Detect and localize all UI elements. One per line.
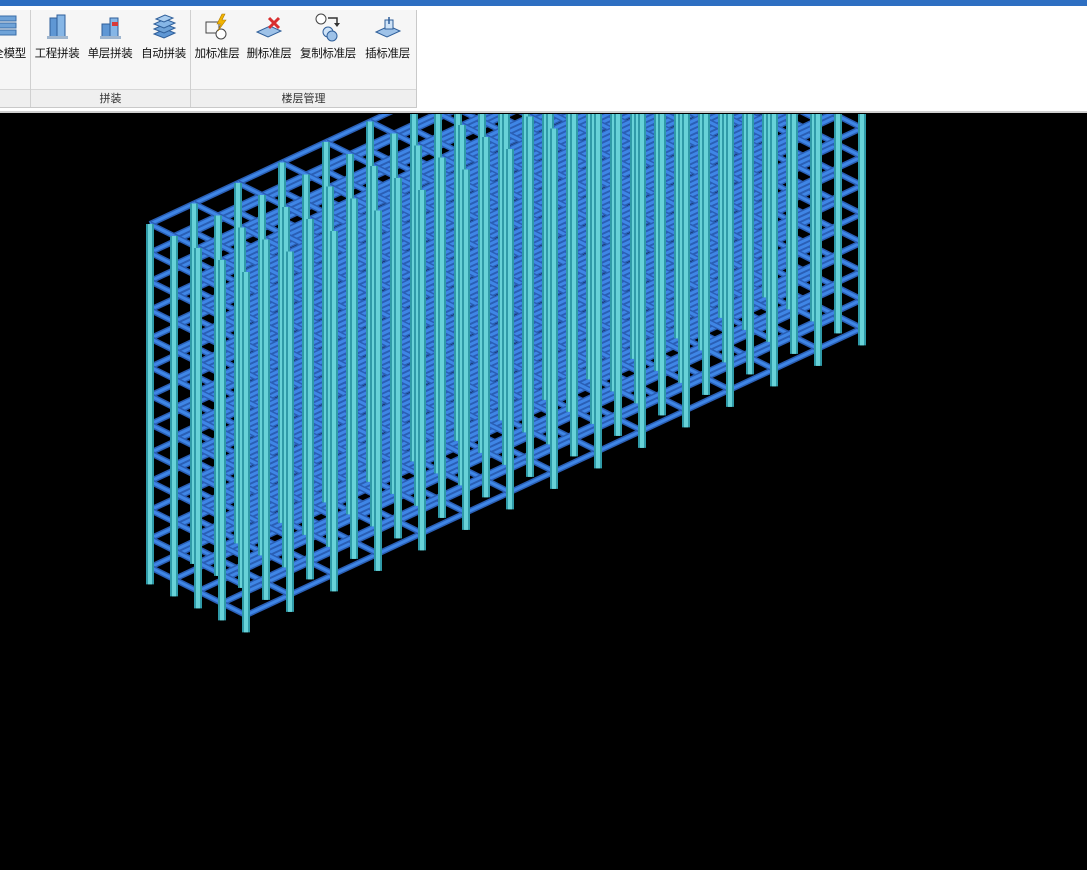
ribbon-group-floor-management: 加标准层 删标准层 复制标准层 插标准层 楼层管理 bbox=[191, 10, 416, 107]
beam bbox=[149, 202, 195, 226]
full-model-label: 全模型 bbox=[0, 46, 26, 60]
ribbon-group-assembly: 工程拼装 单层拼装 自动拼装 拼装 bbox=[31, 10, 190, 107]
single-floor-assembly-icon bbox=[100, 17, 121, 39]
auto-assembly-button[interactable]: 自动拼装 bbox=[137, 12, 190, 66]
add-standard-floor-button[interactable]: 加标准层 bbox=[191, 12, 243, 66]
add-standard-floor-label: 加标准层 bbox=[194, 46, 240, 60]
beam bbox=[193, 181, 239, 205]
delete-standard-floor-button[interactable]: 删标准层 bbox=[243, 12, 295, 66]
copy-standard-floor-label: 复制标准层 bbox=[300, 46, 356, 60]
delete-standard-floor-icon bbox=[255, 16, 283, 38]
ribbon-group-model: 全模型 bbox=[0, 10, 30, 107]
single-floor-assembly-label: 单层拼装 bbox=[87, 46, 133, 60]
beam bbox=[325, 120, 371, 144]
group-label-model bbox=[0, 89, 30, 107]
insert-standard-floor-button[interactable]: 插标准层 bbox=[361, 12, 414, 66]
project-assembly-icon bbox=[47, 14, 68, 39]
copy-standard-floor-button[interactable]: 复制标准层 bbox=[295, 12, 361, 66]
model-3d-viewport[interactable] bbox=[0, 114, 1087, 870]
project-assembly-label: 工程拼装 bbox=[34, 46, 80, 60]
single-floor-assembly-button[interactable]: 单层拼装 bbox=[84, 12, 136, 66]
project-assembly-button[interactable]: 工程拼装 bbox=[31, 12, 83, 66]
ribbon-divider bbox=[0, 111, 1087, 113]
ribbon-toolbar: 全模型 工程拼装 单层拼装 bbox=[0, 10, 417, 108]
insert-standard-floor-label: 插标准层 bbox=[365, 46, 410, 60]
beam bbox=[281, 140, 327, 164]
auto-assembly-label: 自动拼装 bbox=[141, 46, 186, 60]
insert-standard-floor-icon bbox=[374, 17, 401, 38]
full-model-button[interactable]: 全模型 bbox=[0, 12, 30, 66]
group-label-assembly: 拼装 bbox=[31, 89, 190, 107]
structure-frame-drawing bbox=[146, 114, 866, 633]
delete-standard-floor-label: 删标准层 bbox=[246, 46, 292, 60]
copy-standard-floor-icon bbox=[315, 13, 340, 42]
beam bbox=[237, 161, 283, 185]
auto-assembly-icon bbox=[152, 14, 176, 39]
add-standard-floor-icon bbox=[205, 13, 227, 40]
full-model-icon bbox=[0, 15, 17, 36]
group-label-floor-management: 楼层管理 bbox=[191, 89, 416, 107]
